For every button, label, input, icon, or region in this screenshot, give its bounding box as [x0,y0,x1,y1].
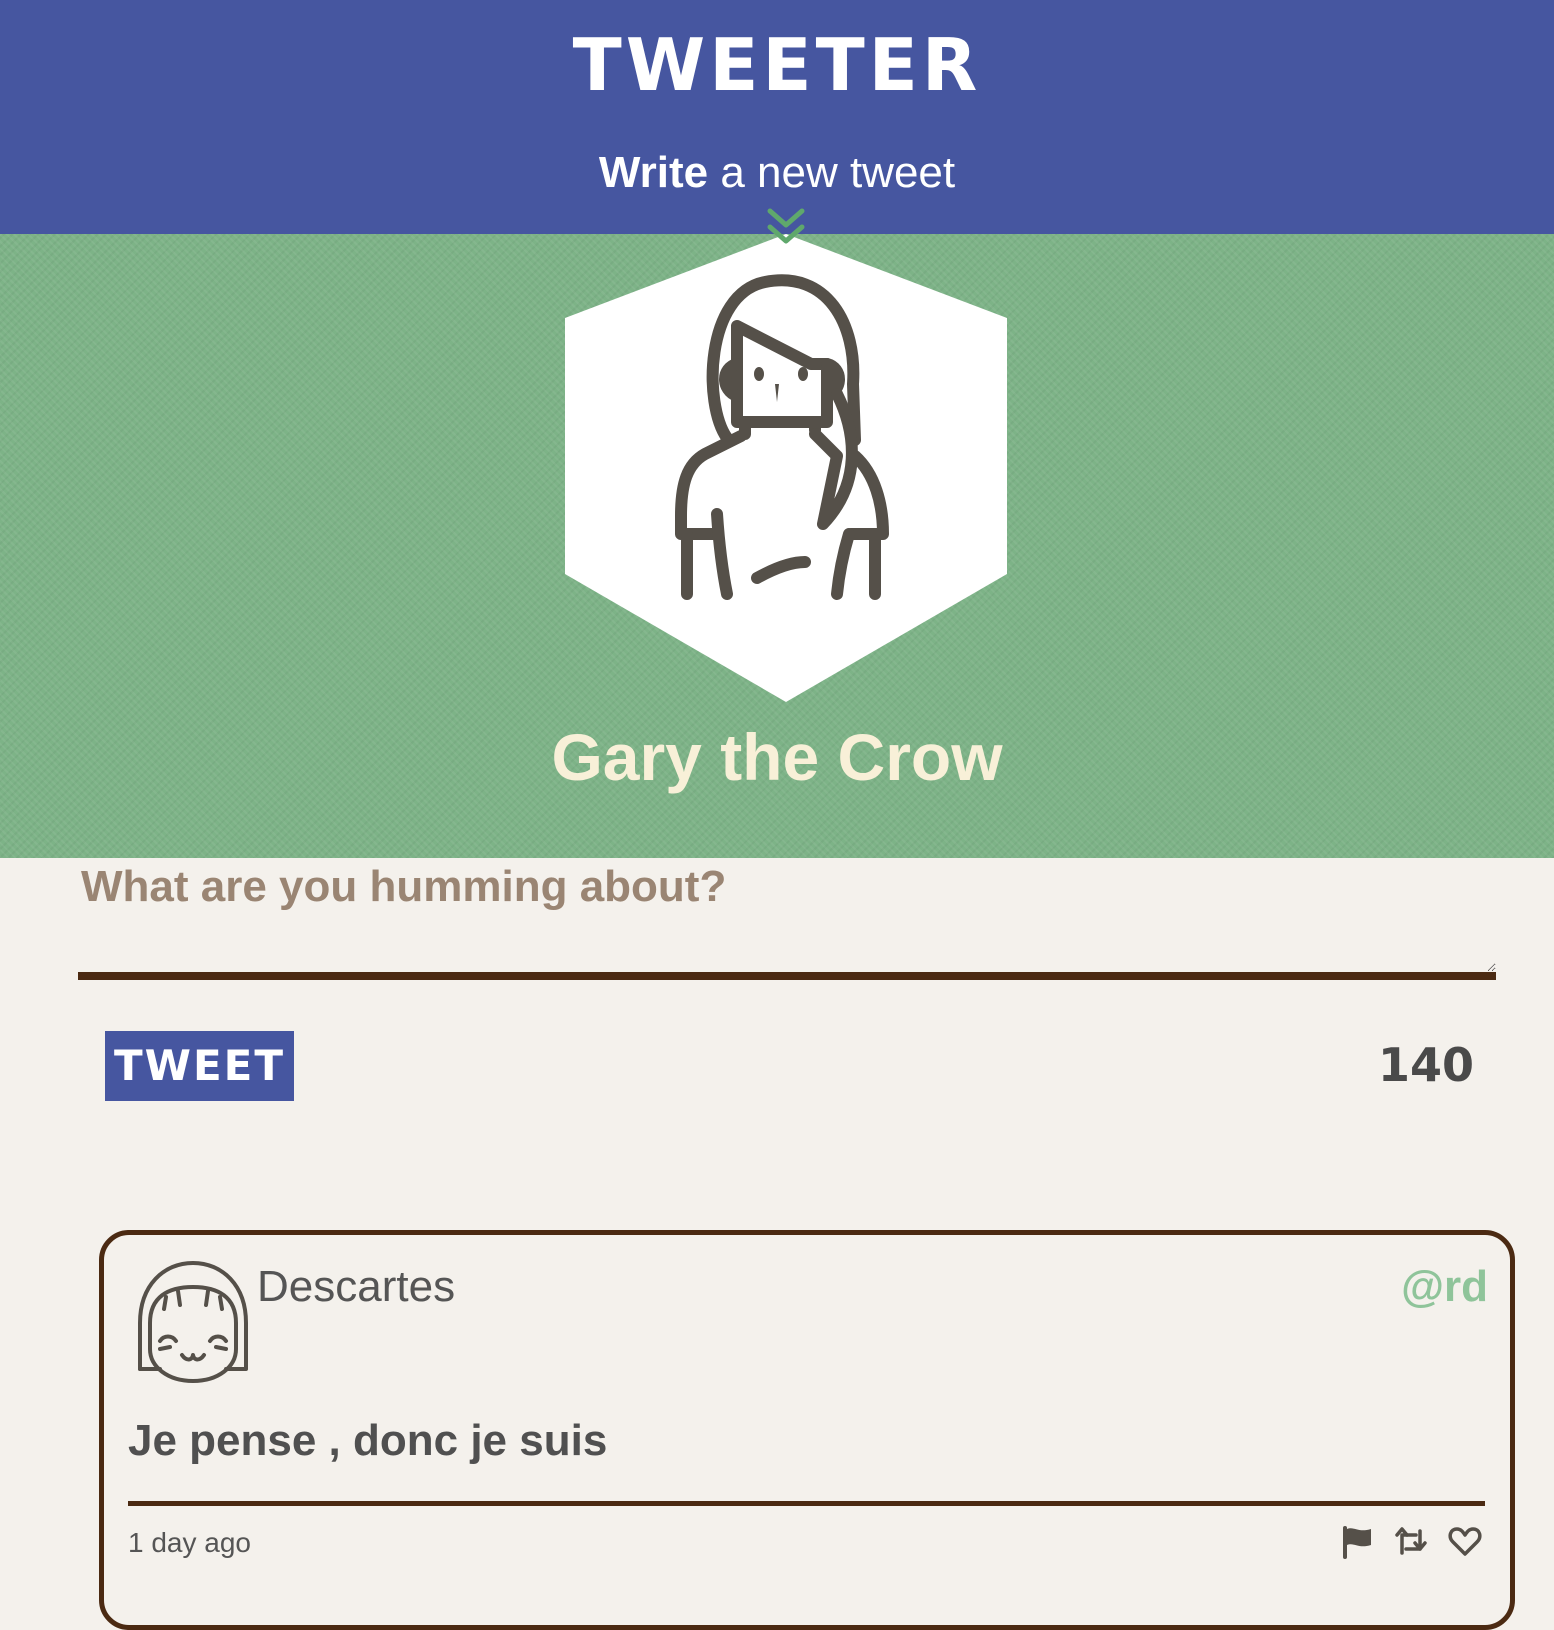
retweet-icon[interactable] [1394,1525,1428,1559]
tweet-timestamp: 1 day ago [128,1527,251,1558]
tweet-submit-button[interactable]: TWEET [105,1031,294,1101]
heart-icon[interactable] [1448,1525,1482,1559]
write-new-tweet-strong: Write [598,148,709,197]
top-nav-bar: TWEETER Write a new tweet [0,0,1554,234]
smiling-face-avatar-icon [138,1261,248,1383]
tweet-author-name[interactable]: Descartes [257,1257,455,1317]
tweet-author-handle[interactable]: @rd [1401,1257,1488,1317]
tweet-actions [1340,1525,1482,1559]
flag-icon[interactable] [1340,1525,1374,1559]
girl-avatar-icon [565,234,1007,702]
tweet-text: Je pense , donc je suis [128,1416,608,1465]
profile-user-name: Gary the Crow [551,720,1003,794]
write-new-tweet-rest: a new tweet [708,148,956,197]
brand-logo[interactable]: TWEETER [0,20,1554,110]
write-new-tweet-toggle[interactable]: Write a new tweet [0,143,1554,203]
character-counter: 140 [1377,1038,1474,1092]
tweet-card: Descartes @rd Je pense , donc je suis 1 … [99,1230,1515,1630]
tweet-compose-input[interactable] [78,862,1496,980]
tweet-divider [128,1501,1485,1506]
double-chevron-down-icon[interactable] [766,205,806,251]
